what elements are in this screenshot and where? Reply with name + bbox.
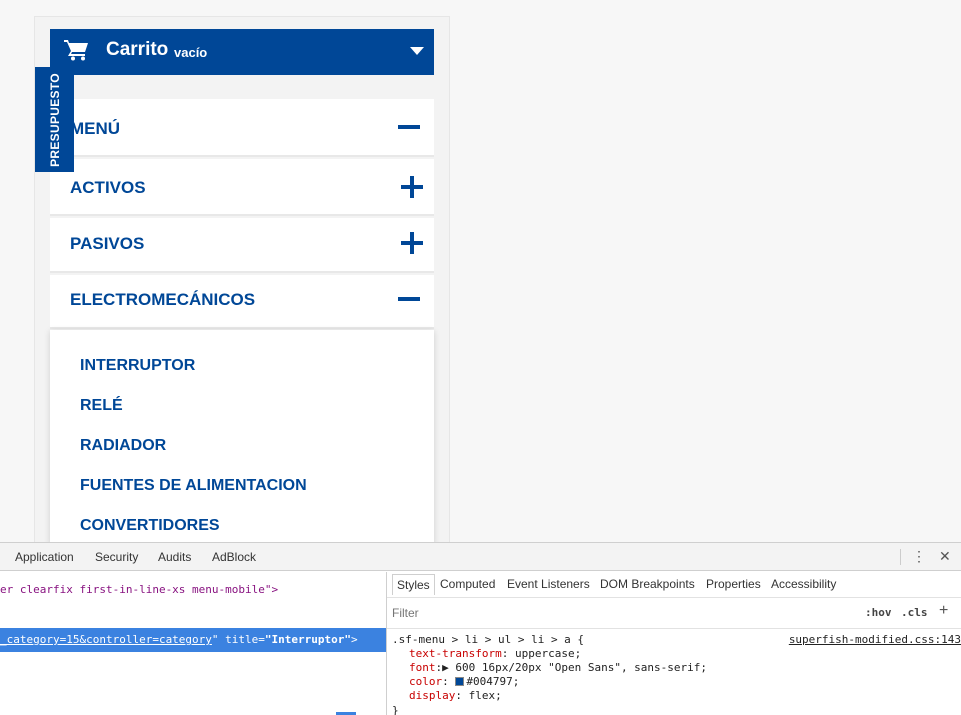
dom-tag-end: > <box>351 633 358 646</box>
submenu: INTERRUPTOR RELÉ RADIADOR FUENTES DE ALI… <box>50 330 434 545</box>
menu-row-electromecanicos[interactable]: ELECTROMECÁNICOS <box>50 275 434 329</box>
menu-row-label: PASIVOS <box>70 234 145 253</box>
submenu-item-convertidores[interactable]: CONVERTIDORES <box>80 517 220 535</box>
css-prop-value: #004797; <box>466 675 520 688</box>
menu-row-menu[interactable]: MENÚ <box>50 99 434 157</box>
elements-tree: er clearfix first-in-line-xs menu-mobile… <box>0 572 386 715</box>
css-property[interactable]: font:▶ 600 16px/20px "Open Sans", sans-s… <box>409 661 707 674</box>
tab-computed[interactable]: Computed <box>440 577 495 591</box>
filter-input[interactable] <box>392 606 592 620</box>
dom-attr-name: " title= <box>211 633 265 646</box>
menu-row-activos[interactable]: ACTIVOS <box>50 159 434 216</box>
css-prop-name: text-transform <box>409 647 502 660</box>
dom-tag-end: "> <box>264 583 279 596</box>
divider <box>900 549 901 565</box>
cart-title: Carrito <box>106 39 169 60</box>
menu-row-label: MENÚ <box>70 119 121 138</box>
css-property[interactable]: text-transform: uppercase; <box>409 647 581 660</box>
css-prop-value: 600 16px/20px "Open Sans", sans-serif; <box>455 661 708 674</box>
menu-row-label: ELECTROMECÁNICOS <box>70 290 256 309</box>
submenu-item-radiador[interactable]: RADIADOR <box>80 437 166 455</box>
quote-badge-label: PRESUPUESTO <box>47 72 62 167</box>
minus-icon[interactable] <box>398 297 420 301</box>
css-property[interactable]: color: #004797; <box>409 675 519 688</box>
expand-triangle-icon[interactable]: ▶ <box>442 661 449 674</box>
css-prop-name: color <box>409 675 443 688</box>
tab-adblock[interactable]: AdBlock <box>212 550 256 564</box>
dom-attr-value: "Interruptor" <box>264 633 351 646</box>
dom-class-fragment: er clearfix first-in-line-xs menu-mobile <box>0 583 265 596</box>
devtools-tabbar: Application Security Audits AdBlock ⋮ ✕ <box>0 543 961 571</box>
tab-accessibility[interactable]: Accessibility <box>771 577 836 591</box>
menu-row-pasivos[interactable]: PASIVOS <box>50 218 434 273</box>
css-prop-name: font <box>409 661 436 674</box>
submenu-item-rele[interactable]: RELÉ <box>80 397 123 415</box>
tab-properties[interactable]: Properties <box>706 577 761 591</box>
caret-down-icon[interactable] <box>410 47 424 55</box>
css-prop-value: uppercase; <box>514 647 582 660</box>
shopping-cart-icon <box>64 40 88 61</box>
styles-pane: Styles Computed Event Listeners DOM Brea… <box>387 572 961 715</box>
close-icon[interactable]: ✕ <box>939 548 951 565</box>
dom-node-line[interactable]: er clearfix first-in-line-xs menu-mobile… <box>0 583 278 596</box>
tab-security[interactable]: Security <box>95 550 138 564</box>
cart-header[interactable]: Carrito vacío <box>50 29 434 75</box>
styles-tabbar: Styles Computed Event Listeners DOM Brea… <box>387 572 961 598</box>
css-property[interactable]: display: flex; <box>409 689 502 702</box>
tab-styles[interactable]: Styles <box>392 574 435 595</box>
cls-toggle[interactable]: .cls <box>901 606 928 619</box>
devtools-panel: Application Security Audits AdBlock ⋮ ✕ … <box>0 542 961 715</box>
dom-node-selected[interactable]: _category=15&controller=category" title=… <box>0 628 386 652</box>
css-rule: .sf-menu > li > ul > li > a { superfish-… <box>387 630 961 715</box>
plus-icon[interactable] <box>401 176 423 198</box>
more-options-icon[interactable]: ⋮ <box>912 548 926 565</box>
add-rule-icon[interactable]: + <box>939 602 948 620</box>
plus-icon[interactable] <box>401 232 423 254</box>
tab-event-listeners[interactable]: Event Listeners <box>507 577 590 591</box>
tab-application[interactable]: Application <box>15 550 74 564</box>
hov-toggle[interactable]: :hov <box>865 606 892 619</box>
tab-dom-breakpoints[interactable]: DOM Breakpoints <box>600 577 695 591</box>
quote-badge[interactable]: PRESUPUESTO <box>35 67 74 172</box>
cart-status: vacío <box>174 45 208 60</box>
submenu-item-interruptor[interactable]: INTERRUPTOR <box>80 357 195 375</box>
menu-row-label: ACTIVOS <box>70 178 146 197</box>
css-close-brace: } <box>392 704 399 715</box>
submenu-item-fuentes[interactable]: FUENTES DE ALIMENTACION <box>80 477 307 495</box>
css-prop-value: flex; <box>468 689 502 702</box>
dom-href-fragment[interactable]: _category=15&controller=category <box>0 633 212 646</box>
filter-bar: :hov .cls + <box>387 599 961 629</box>
css-prop-name: display <box>409 689 456 702</box>
tab-audits[interactable]: Audits <box>158 550 191 564</box>
color-swatch-icon[interactable] <box>455 677 465 686</box>
css-source-link[interactable]: superfish-modified.css:143 <box>789 633 961 646</box>
minus-icon[interactable] <box>398 125 420 129</box>
css-selector[interactable]: .sf-menu > li > ul > li > a { <box>392 633 584 646</box>
